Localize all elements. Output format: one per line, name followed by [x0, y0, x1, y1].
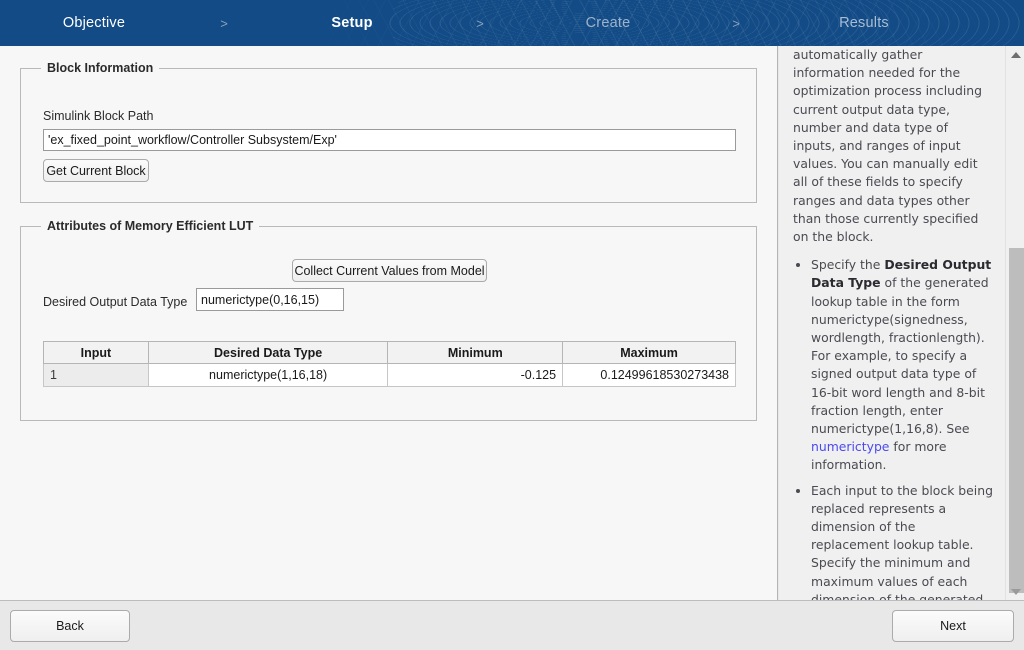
help-vertical-scrollbar[interactable] — [1005, 46, 1024, 600]
get-current-block-button[interactable]: Get Current Block — [43, 159, 149, 182]
step-separator-chevron-icon: > — [732, 15, 740, 31]
desired-output-data-type-label: Desired Output Data Type — [43, 295, 188, 309]
column-header-minimum: Minimum — [387, 341, 564, 364]
table-row[interactable]: 1 numerictype(1,16,18) -0.125 0.12499618… — [43, 363, 736, 387]
help-bullet-item: Each input to the block being replaced r… — [811, 482, 993, 600]
scrollbar-thumb[interactable] — [1009, 248, 1024, 593]
collect-current-values-button[interactable]: Collect Current Values from Model — [292, 259, 487, 282]
step-separator-chevron-icon: > — [220, 15, 228, 31]
help-text-body: automatically gather information needed … — [779, 46, 1005, 600]
help-bullet-item: Specify the Desired Output Data Type of … — [811, 256, 993, 474]
cell-desired-data-type[interactable]: numerictype(1,16,18) — [147, 363, 389, 387]
table-header-row: Input Desired Data Type Minimum Maximum — [43, 341, 736, 364]
wizard-step-setup[interactable]: Setup — [266, 15, 438, 31]
help-intro-paragraph: automatically gather information needed … — [793, 47, 983, 245]
wizard-step-header: Objective > Setup > Create > Results — [0, 0, 1024, 46]
help-bullet-text-before: Specify the — [811, 257, 885, 273]
column-header-desired-data-type: Desired Data Type — [147, 341, 389, 364]
numerictype-link[interactable]: numerictype — [811, 439, 889, 454]
help-bullet-list: Specify the Desired Output Data Type of … — [793, 256, 993, 600]
simulink-block-path-input[interactable] — [43, 129, 736, 151]
attributes-panel-title: Attributes of Memory Efficient LUT — [41, 219, 260, 233]
back-button[interactable]: Back — [10, 610, 130, 642]
wizard-step-objective[interactable]: Objective — [6, 15, 182, 31]
help-bullet-text-after: of the generated lookup table in the for… — [811, 275, 989, 437]
main-content-area: Block Information Simulink Block Path Ge… — [0, 46, 778, 600]
cell-maximum[interactable]: 0.12499618530273438 — [562, 363, 736, 387]
lut-inputs-table: Input Desired Data Type Minimum Maximum … — [43, 341, 736, 387]
scroll-up-arrow-icon[interactable] — [1006, 46, 1024, 63]
wizard-step-results[interactable]: Results — [778, 15, 950, 31]
step-separator-chevron-icon: > — [476, 15, 484, 31]
wizard-steps: Objective > Setup > Create > Results — [0, 0, 1024, 46]
block-information-title: Block Information — [41, 61, 160, 75]
help-sidebar: automatically gather information needed … — [779, 46, 1024, 600]
next-button[interactable]: Next — [892, 610, 1014, 642]
scroll-down-arrow-icon[interactable] — [1006, 583, 1024, 600]
column-header-input: Input — [43, 341, 149, 364]
wizard-step-create[interactable]: Create — [522, 15, 694, 31]
cell-minimum[interactable]: -0.125 — [387, 363, 564, 387]
column-header-maximum: Maximum — [562, 341, 736, 364]
attributes-panel: Attributes of Memory Efficient LUT Colle… — [20, 219, 757, 421]
cell-input-index: 1 — [43, 363, 149, 387]
wizard-footer: Back Next — [0, 600, 1024, 650]
simulink-block-path-label: Simulink Block Path — [43, 109, 154, 123]
help-bullet-text-before: Each input to the block being replaced r… — [811, 482, 993, 600]
desired-output-data-type-input[interactable] — [196, 288, 344, 311]
block-information-panel: Block Information Simulink Block Path Ge… — [20, 61, 757, 203]
